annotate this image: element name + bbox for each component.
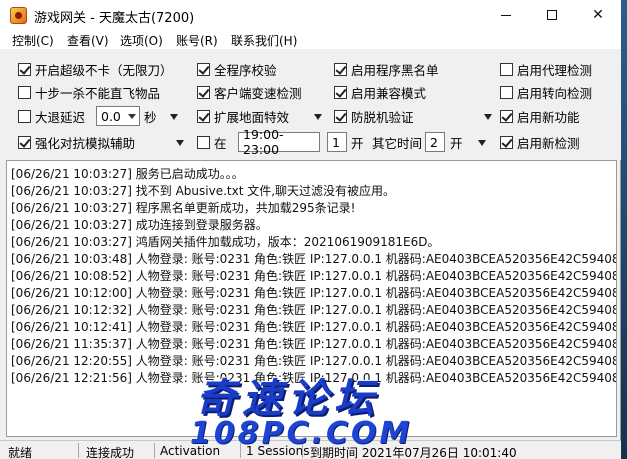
log-line: [06/26/21 10:08:52] 人物登录: 账号:0231 角色:铁匠 … xyxy=(11,269,617,283)
main-window: 游戏网关 - 天魔太古(7200) ✕ 控制(C) 查看(V) 选项(O) 账号… xyxy=(0,0,621,459)
status-divider xyxy=(154,443,155,458)
close-icon: ✕ xyxy=(592,7,604,23)
checkbox[interactable] xyxy=(197,85,210,99)
option-time-window[interactable]: 在 xyxy=(197,132,227,152)
log-line: [06/26/21 12:20:55] 人物登录: 账号:0231 角色:铁匠 … xyxy=(11,354,617,368)
status-sessions: 1 Sessions xyxy=(246,444,310,458)
option-super-no-lag[interactable]: 开启超级不卡（无限刀） xyxy=(18,59,173,79)
chevron-down-icon xyxy=(176,140,184,146)
menu-control[interactable]: 控制(C) xyxy=(12,32,54,49)
checkbox[interactable] xyxy=(18,135,31,149)
option-proxy-detect[interactable]: 启用代理检测 xyxy=(500,59,592,79)
status-divider xyxy=(240,443,241,458)
status-divider xyxy=(302,443,303,458)
menu-bar: 控制(C) 查看(V) 选项(O) 账号(R) 联系我们(H) xyxy=(0,30,621,49)
delay-dropdown-arrow[interactable] xyxy=(162,113,178,121)
option-speed-detect[interactable]: 客户端变速检测 xyxy=(197,82,302,102)
log-line: [06/26/21 10:03:48] 人物登录: 账号:0231 角色:铁匠 … xyxy=(11,252,617,266)
app-icon xyxy=(10,7,27,24)
desktop-background xyxy=(621,0,627,459)
anti-sim-arrow[interactable] xyxy=(168,139,184,147)
log-line: [06/26/21 12:21:56] 人物登录: 账号:0231 角色:铁匠 … xyxy=(11,371,617,385)
other-time-label: 其它时间 xyxy=(372,135,423,151)
status-divider xyxy=(78,443,79,458)
other-count-input[interactable]: 2 xyxy=(425,132,445,152)
log-line: [06/26/21 10:03:27] 程序黑名单更新成功，共加载295条记录! xyxy=(11,201,356,215)
log-line: [06/26/21 10:12:32] 人物登录: 账号:0231 角色:铁匠 … xyxy=(11,303,617,317)
open-count-input[interactable]: 1 xyxy=(327,132,347,152)
checkbox[interactable] xyxy=(18,109,31,123)
status-ready: 就绪 xyxy=(8,446,33,459)
log-line: [06/26/21 11:35:37] 人物登录: 账号:0231 角色:铁匠 … xyxy=(11,337,617,351)
option-ten-step[interactable]: 十步一杀不能直飞物品 xyxy=(18,82,160,102)
option-anti-simulator[interactable]: 强化对抗模拟辅助 xyxy=(18,132,135,152)
chevron-down-icon xyxy=(128,114,136,119)
log-line: [06/26/21 10:03:27] 找不到 Abusive.txt 文件,聊… xyxy=(11,184,396,198)
minimize-icon xyxy=(501,14,511,16)
menu-account[interactable]: 账号(R) xyxy=(176,32,218,49)
checkbox[interactable] xyxy=(500,85,513,99)
menu-options[interactable]: 选项(O) xyxy=(120,32,163,49)
minimize-button[interactable] xyxy=(483,0,529,30)
log-line: [06/26/21 10:12:00] 人物登录: 账号:0231 角色:铁匠 … xyxy=(11,286,617,300)
log-area[interactable]: [06/26/21 10:03:27] 服务已启动成功。。。 [06/26/21… xyxy=(6,160,617,437)
title-bar[interactable]: 游戏网关 - 天魔太古(7200) ✕ xyxy=(0,0,621,30)
close-button[interactable]: ✕ xyxy=(575,0,621,30)
menu-view[interactable]: 查看(V) xyxy=(67,32,109,49)
window-title: 游戏网关 - 天魔太古(7200) xyxy=(34,11,195,26)
status-expiry: 到期时间 2021年07月26日 10:01:40 xyxy=(310,446,517,459)
checkbox[interactable] xyxy=(197,135,210,149)
ground-effect-arrow[interactable] xyxy=(306,113,322,121)
option-turn-detect[interactable]: 启用转向检测 xyxy=(500,82,592,102)
chevron-down-icon xyxy=(478,140,486,146)
checkbox[interactable] xyxy=(18,62,31,76)
option-exit-delay[interactable]: 大退延迟 xyxy=(18,106,85,126)
option-compat-mode[interactable]: 启用兼容模式 xyxy=(334,82,426,102)
anti-detach-arrow[interactable] xyxy=(476,113,492,121)
checkbox[interactable] xyxy=(500,135,513,149)
other-open-arrow[interactable] xyxy=(470,139,486,147)
time-range-input[interactable]: 19:00-23:00 xyxy=(238,127,320,157)
option-ground-effect[interactable]: 扩展地面特效 xyxy=(197,106,289,126)
checkbox[interactable] xyxy=(334,109,347,123)
status-connection: 连接成功 xyxy=(86,446,135,459)
checkbox[interactable] xyxy=(197,109,210,123)
chevron-down-icon xyxy=(170,114,178,120)
delay-unit: 秒 xyxy=(144,109,157,125)
log-line: [06/26/21 10:03:27] 鸿盾网关插件加载成功，版本：202106… xyxy=(11,235,440,249)
log-line: [06/26/21 10:12:41] 人物登录: 账号:0231 角色:铁匠 … xyxy=(11,320,617,334)
checkbox[interactable] xyxy=(334,62,347,76)
status-bar: 就绪 连接成功 Activation 1 Sessions 到期时间 2021年… xyxy=(0,440,621,459)
chevron-down-icon xyxy=(484,114,492,120)
delay-select[interactable]: 0.0 xyxy=(96,106,140,126)
checkbox[interactable] xyxy=(197,62,210,76)
chevron-down-icon xyxy=(314,114,322,120)
open-label: 开 xyxy=(351,135,364,151)
log-line: [06/26/21 10:03:27] 成功连接到登录服务器。 xyxy=(11,218,268,232)
maximize-icon xyxy=(547,10,557,20)
other-open-label: 开 xyxy=(450,135,463,151)
option-new-detect[interactable]: 启用新检测 xyxy=(500,132,580,152)
status-activation: Activation xyxy=(160,444,221,458)
option-anti-detach[interactable]: 防脱机验证 xyxy=(334,106,414,126)
menu-contact[interactable]: 联系我们(H) xyxy=(231,32,297,49)
checkbox[interactable] xyxy=(334,85,347,99)
maximize-button[interactable] xyxy=(529,0,575,30)
option-full-check[interactable]: 全程序校验 xyxy=(197,59,277,79)
checkbox[interactable] xyxy=(18,85,31,99)
checkbox[interactable] xyxy=(500,109,513,123)
log-line: [06/26/21 10:03:27] 服务已启动成功。。。 xyxy=(11,167,244,181)
checkbox[interactable] xyxy=(500,62,513,76)
option-program-blacklist[interactable]: 启用程序黑名单 xyxy=(334,59,439,79)
options-panel: 开启超级不卡（无限刀） 全程序校验 启用程序黑名单 启用代理检测 十步一杀不能直… xyxy=(0,49,621,160)
option-new-function[interactable]: 启用新功能 xyxy=(500,106,580,126)
